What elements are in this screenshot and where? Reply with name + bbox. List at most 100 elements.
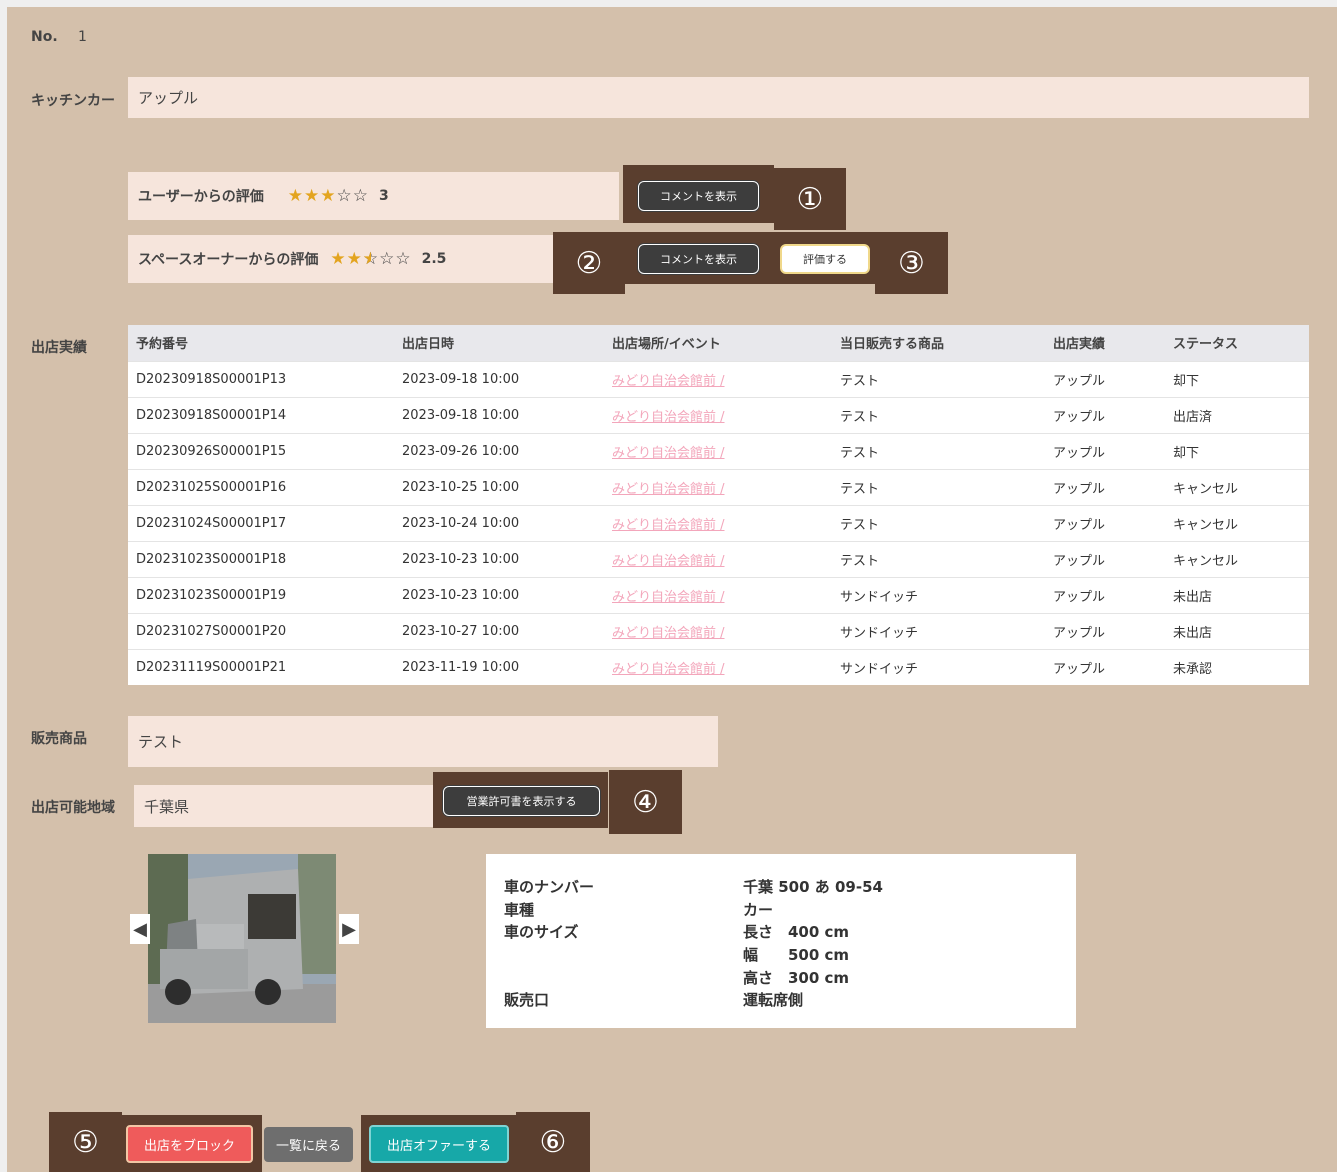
- reservation-no: D20231024S00001P17: [128, 504, 394, 541]
- vehicle-type-value: カー: [743, 901, 774, 919]
- product: テスト: [832, 540, 1045, 577]
- col-header: ステータス: [1165, 325, 1309, 361]
- datetime: 2023-10-27 10:00: [394, 612, 604, 649]
- location-link[interactable]: みどり自治会館前 /: [604, 432, 832, 469]
- location-link[interactable]: みどり自治会館前 /: [604, 396, 832, 433]
- star-icon: ★: [320, 186, 337, 206]
- chevron-left-icon: ◀: [133, 918, 147, 940]
- owner-rating-label: スペースオーナーからの評価: [138, 252, 319, 268]
- user-show-comment-button[interactable]: コメントを表示: [638, 181, 759, 211]
- area-value: 千葉県: [144, 797, 190, 816]
- status: キャンセル: [1165, 468, 1309, 505]
- star-icon: ★: [346, 249, 363, 269]
- user-rating-stars: ★ ★ ★ ☆ ☆: [288, 186, 369, 206]
- table-row: D20231023S00001P19 2023-10-23 10:00 みどり自…: [128, 576, 1309, 613]
- page: No. 1 キッチンカー アップル ユーザーからの評価 ★ ★ ★ ☆ ☆ 3 …: [7, 7, 1337, 1172]
- star-outline-icon: ☆: [352, 186, 369, 206]
- kitchen-car-image: [148, 854, 336, 1023]
- status: 未承認: [1165, 648, 1309, 685]
- col-header: 当日販売する商品: [832, 325, 1045, 361]
- status: キャンセル: [1165, 540, 1309, 577]
- user-rating-label: ユーザーからの評価: [138, 189, 264, 205]
- star-outline-icon: ☆: [395, 249, 412, 269]
- product: テスト: [832, 396, 1045, 433]
- offer-store-button[interactable]: 出店オファーする: [369, 1125, 509, 1163]
- marker-3: ③: [875, 232, 948, 294]
- datetime: 2023-09-26 10:00: [394, 432, 604, 469]
- product: サンドイッチ: [832, 576, 1045, 613]
- back-to-list-button[interactable]: 一覧に戻る: [264, 1127, 353, 1162]
- area-label: 出店可能地域: [31, 800, 115, 816]
- col-header: 出店実績: [1045, 325, 1165, 361]
- vehicle-height-value: 高さ 300 cm: [743, 969, 850, 987]
- carousel-next-button[interactable]: ▶: [339, 914, 359, 944]
- owner-rating-box: スペースオーナーからの評価 ★ ★ ☆ ☆ ☆ 2.5: [128, 235, 553, 283]
- product: テスト: [832, 468, 1045, 505]
- col-header: 出店場所/イベント: [604, 325, 832, 361]
- record: アップル: [1045, 504, 1165, 541]
- user-rating-score: 3: [378, 188, 389, 204]
- star-icon: ★: [330, 249, 347, 269]
- reservation-no: D20230926S00001P15: [128, 432, 394, 469]
- kitchen-car-field: アップル: [128, 77, 1309, 118]
- datetime: 2023-10-23 10:00: [394, 576, 604, 613]
- sales-window-label: 販売口: [504, 991, 550, 1009]
- star-outline-icon: ☆: [379, 249, 396, 269]
- marker-6: ⑥: [516, 1112, 590, 1172]
- no-value: 1: [78, 29, 87, 45]
- products-field: テスト: [128, 716, 718, 767]
- reservation-no: D20231119S00001P21: [128, 648, 394, 685]
- datetime: 2023-09-18 10:00: [394, 360, 604, 397]
- table-row: D20231024S00001P17 2023-10-24 10:00 みどり自…: [128, 504, 1309, 541]
- table-header-row: 予約番号 出店日時 出店場所/イベント 当日販売する商品 出店実績 ステータス: [128, 325, 1309, 361]
- reservation-no: D20231023S00001P19: [128, 576, 394, 613]
- evaluate-button[interactable]: 評価する: [780, 244, 870, 274]
- location-link[interactable]: みどり自治会館前 /: [604, 468, 832, 505]
- record: アップル: [1045, 576, 1165, 613]
- location-link[interactable]: みどり自治会館前 /: [604, 576, 832, 613]
- status: キャンセル: [1165, 504, 1309, 541]
- product: サンドイッチ: [832, 648, 1045, 685]
- block-store-button[interactable]: 出店をブロック: [126, 1125, 253, 1163]
- location-link[interactable]: みどり自治会館前 /: [604, 648, 832, 685]
- datetime: 2023-09-18 10:00: [394, 396, 604, 433]
- vehicle-info-panel: 車のナンバー 千葉 500 あ 09-54 車種 カー 車のサイズ 長さ 400…: [486, 854, 1076, 1028]
- table-row: D20230918S00001P13 2023-09-18 10:00 みどり自…: [128, 360, 1309, 397]
- status: 却下: [1165, 432, 1309, 469]
- location-link[interactable]: みどり自治会館前 /: [604, 360, 832, 397]
- record: アップル: [1045, 612, 1165, 649]
- datetime: 2023-10-24 10:00: [394, 504, 604, 541]
- vehicle-number-value: 千葉 500 あ 09-54: [743, 878, 883, 896]
- product: テスト: [832, 360, 1045, 397]
- record: アップル: [1045, 396, 1165, 433]
- reservation-no: D20231023S00001P18: [128, 540, 394, 577]
- record: アップル: [1045, 540, 1165, 577]
- results-table: 予約番号 出店日時 出店場所/イベント 当日販売する商品 出店実績 ステータス …: [128, 325, 1309, 685]
- results-label: 出店実績: [31, 340, 87, 356]
- marker-4: ④: [609, 770, 682, 834]
- vehicle-length-value: 長さ 400 cm: [743, 923, 850, 941]
- location-link[interactable]: みどり自治会館前 /: [604, 540, 832, 577]
- col-header: 出店日時: [394, 325, 604, 361]
- owner-show-comment-button[interactable]: コメントを表示: [638, 244, 759, 274]
- vehicle-size-label: 車のサイズ: [504, 923, 579, 941]
- carousel-prev-button[interactable]: ◀: [130, 914, 150, 944]
- datetime: 2023-10-23 10:00: [394, 540, 604, 577]
- record: アップル: [1045, 360, 1165, 397]
- marker-5: ⑤: [49, 1112, 122, 1172]
- no-label: No.: [31, 29, 58, 45]
- marker-2: ②: [553, 232, 625, 294]
- reservation-no: D20231025S00001P16: [128, 468, 394, 505]
- location-link[interactable]: みどり自治会館前 /: [604, 612, 832, 649]
- products-value: テスト: [138, 733, 184, 751]
- star-icon: ★: [303, 186, 321, 206]
- show-license-button[interactable]: 営業許可書を表示する: [443, 786, 600, 816]
- user-rating-box: ユーザーからの評価 ★ ★ ★ ☆ ☆ 3: [128, 172, 619, 220]
- location-link[interactable]: みどり自治会館前 /: [604, 504, 832, 541]
- reservation-no: D20231027S00001P20: [128, 612, 394, 649]
- sales-window-value: 運転席側: [743, 991, 804, 1009]
- product: テスト: [832, 504, 1045, 541]
- star-icon: ★: [287, 186, 304, 206]
- marker-1: ①: [774, 168, 846, 230]
- star-half-icon: ☆: [363, 249, 379, 269]
